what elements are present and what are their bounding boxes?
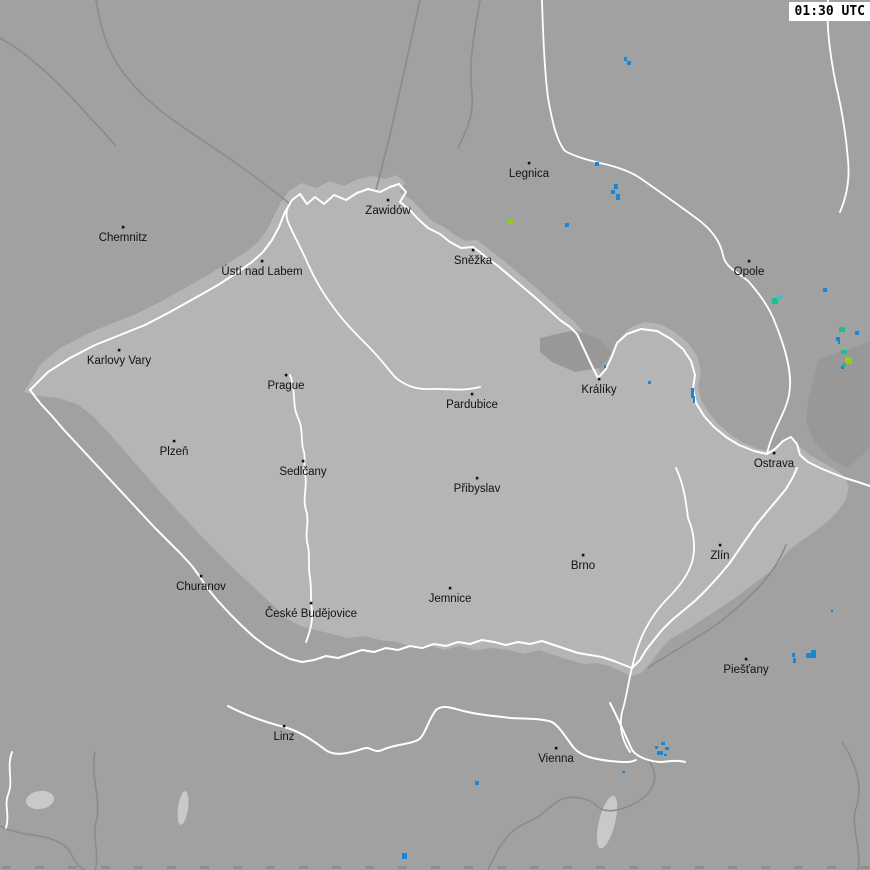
precip-echo-blue (616, 194, 620, 200)
precip-echo-blue (604, 365, 606, 368)
city-label: Ostrava (754, 458, 795, 470)
city-label: Plzeň (160, 446, 189, 458)
precip-echo-green (845, 357, 852, 364)
precip-echo-blue (693, 396, 695, 403)
precip-echo-blue (614, 184, 618, 189)
city-dot (301, 459, 305, 463)
city-dot (747, 259, 751, 263)
city-dot (260, 259, 264, 263)
precip-echo-blue (627, 61, 631, 65)
city-dot (309, 601, 313, 605)
precip-echo-blue (657, 751, 663, 755)
timestamp-badge: 01:30 UTC (788, 2, 870, 21)
city-dot (199, 574, 203, 578)
city-dot (117, 348, 121, 352)
city-label: Přibyslav (454, 483, 501, 495)
city-dot (121, 225, 125, 229)
city-label: České Budějovice (265, 607, 357, 620)
precip-echo-blue (622, 771, 625, 773)
city-dot (284, 373, 288, 377)
city-label: Pardubice (446, 399, 498, 411)
precip-echo-teal (841, 350, 847, 354)
city-dot (172, 439, 176, 443)
precip-echo-blue (565, 223, 569, 227)
precip-echo-blue (836, 337, 840, 341)
city-label: Vienna (538, 753, 574, 765)
precip-echo-blue (624, 57, 627, 61)
precip-echo-blue (648, 381, 651, 384)
city-label: Zawidów (365, 205, 411, 217)
precip-echo-blue (793, 658, 796, 663)
precip-echo-blue (811, 650, 816, 654)
city-dot (448, 586, 452, 590)
city-label: Churanov (176, 581, 226, 593)
city-label: Chemnitz (99, 232, 148, 244)
precip-echo-cyan (777, 295, 782, 300)
city-label: Sedlčany (279, 466, 327, 478)
city-dot (581, 553, 585, 557)
city-dot (718, 543, 722, 547)
radar-app: Chemnitz Legnica Zawidów Sněžka Ústí nad Lab… (0, 0, 870, 870)
city-dot (744, 657, 748, 661)
precip-echo-teal (839, 327, 845, 332)
city-label: Linz (273, 731, 294, 743)
city-label: Zlín (710, 550, 729, 562)
precip-echo-blue (595, 162, 599, 166)
precip-echo-blue (838, 341, 840, 344)
precip-echo-green (508, 219, 513, 224)
city-label: Prague (267, 380, 304, 392)
city-dot (386, 198, 390, 202)
city-label: Jemnice (429, 593, 472, 605)
city-label: Piešťany (723, 664, 768, 676)
precip-echo-blue (611, 190, 615, 194)
precip-echo-blue (841, 366, 844, 369)
city-dot (554, 746, 558, 750)
city-dot (772, 451, 776, 455)
city-label: Sněžka (454, 255, 493, 267)
city-dot (597, 377, 601, 381)
precip-echo-blue (664, 754, 667, 756)
precip-echo-blue (475, 781, 479, 785)
precip-echo-blue (661, 742, 665, 745)
city-label: Legnica (509, 168, 550, 180)
city-dot (471, 248, 475, 252)
precip-echo-blue (402, 853, 407, 859)
precip-echo-blue (655, 746, 658, 749)
precip-echo-blue (831, 610, 833, 612)
city-label: Králíky (581, 384, 616, 396)
precip-echo-blue (823, 288, 827, 292)
precip-echo-blue (665, 747, 669, 750)
city-label: Brno (571, 560, 595, 572)
city-dot (527, 161, 531, 165)
city-label: Opole (734, 266, 765, 278)
city-dot (282, 724, 286, 728)
city-label: Ústí nad Labem (221, 265, 302, 278)
city-dot (475, 476, 479, 480)
radar-map: Chemnitz Legnica Zawidów Sněžka Ústí nad Lab… (0, 0, 870, 870)
city-label: Karlovy Vary (87, 355, 152, 367)
precip-echo-blue (792, 653, 795, 657)
precip-echo-blue (855, 331, 859, 335)
city-dot (470, 392, 474, 396)
